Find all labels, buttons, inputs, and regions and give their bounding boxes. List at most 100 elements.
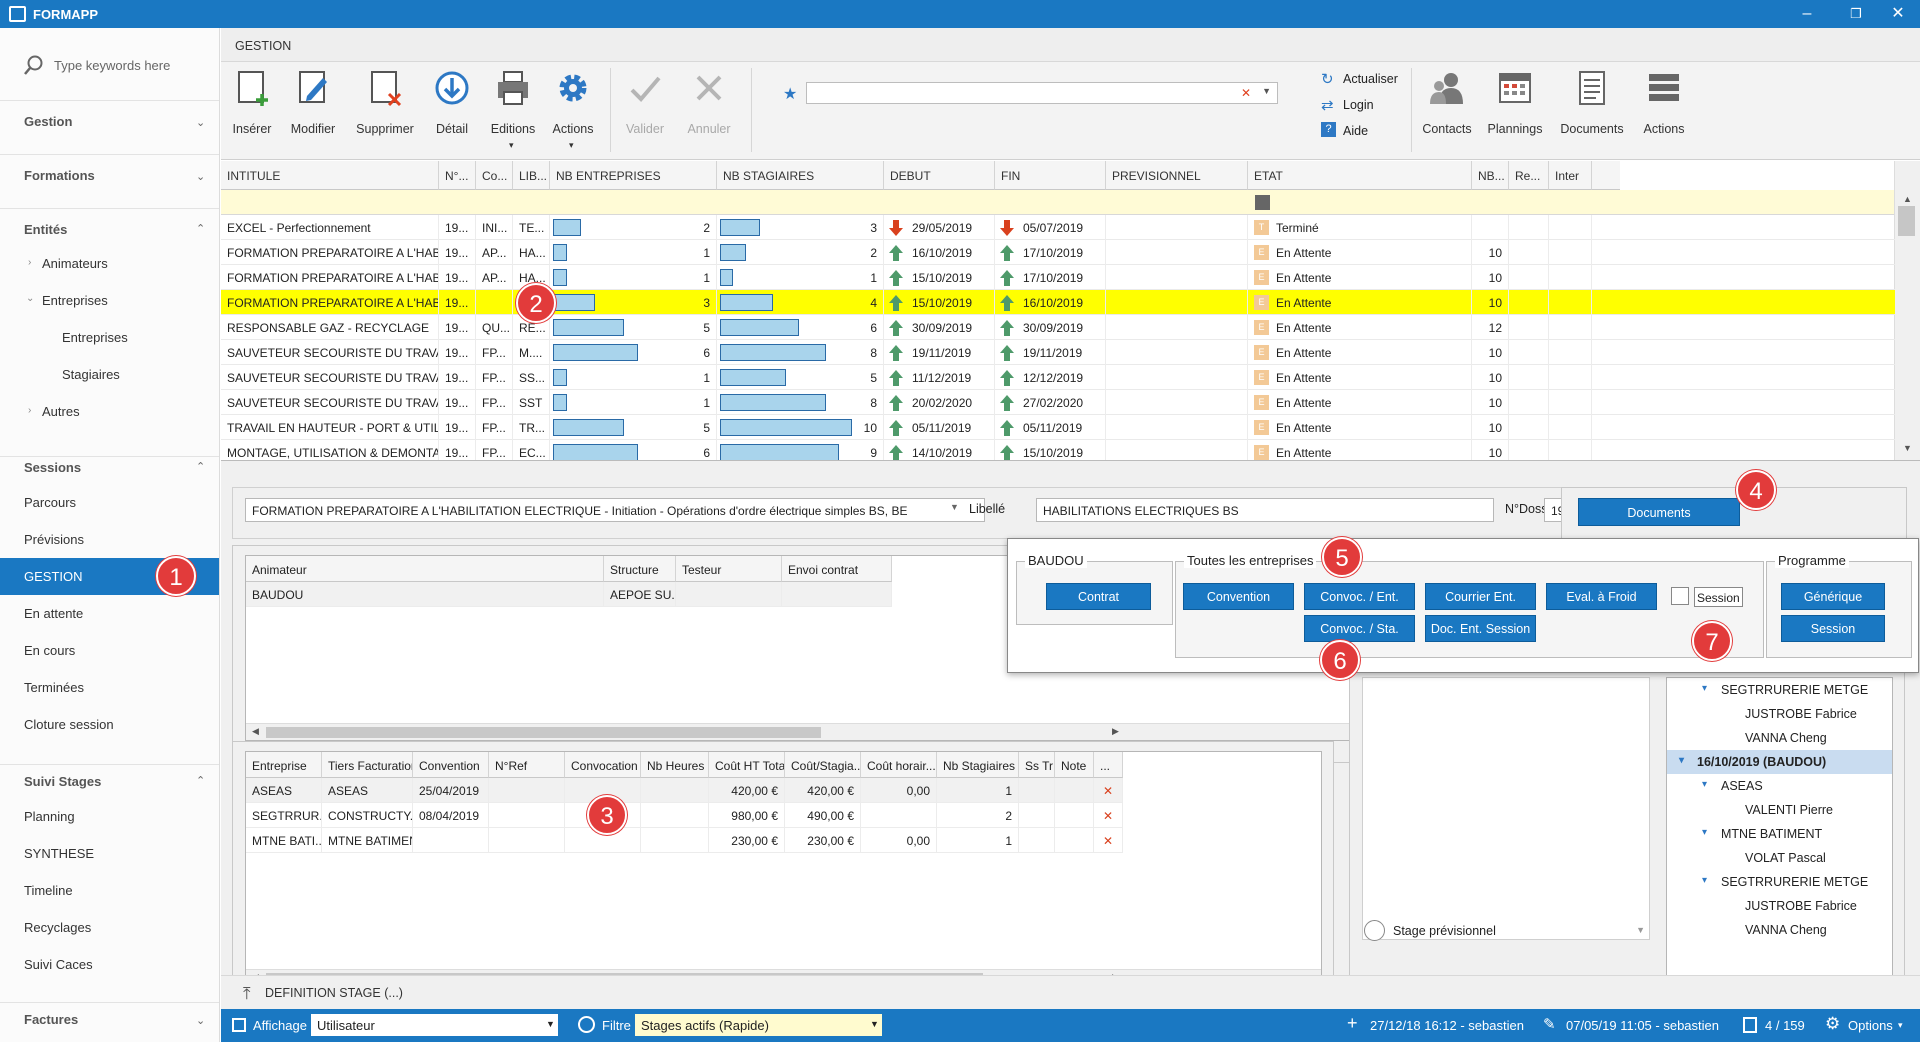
documents-button[interactable]: Documents — [1557, 62, 1627, 158]
chevron-up-icon[interactable]: ⌃ — [196, 460, 205, 473]
animateur-row[interactable]: BAUDOU AEPOE SU... — [246, 582, 892, 607]
search-input[interactable]: Type keywords here — [54, 58, 170, 73]
convoc-sta-button[interactable]: Convoc. / Sta. — [1304, 615, 1415, 642]
tree-node[interactable]: JUSTROBE Fabrice — [1667, 702, 1892, 726]
sidebar-item-entreprises[interactable]: Entreprises — [62, 330, 128, 345]
table-row[interactable]: SAUVETEUR SECOURISTE DU TRAVAIL 19... FP..… — [221, 390, 1895, 415]
grid-header-3[interactable]: LIB... — [513, 161, 550, 190]
entreprise-header-2[interactable]: Convention — [413, 752, 489, 778]
grid-header-2[interactable]: Co... — [476, 161, 513, 190]
stage-previsionnel-radio[interactable] — [1364, 920, 1385, 941]
login-link[interactable]: Login — [1343, 98, 1374, 112]
entreprise-header-10[interactable]: Ss Tr — [1019, 752, 1055, 778]
options-menu[interactable]: Options — [1848, 1018, 1893, 1033]
tree-node[interactable]: JUSTROBE Fabrice — [1667, 894, 1892, 918]
sidebar-item-terminees[interactable]: Terminées — [24, 680, 84, 695]
dropdown-arrow-icon[interactable]: ▼ — [546, 1019, 555, 1029]
entreprise-header-0[interactable]: Entreprise — [246, 752, 322, 778]
entreprise-row[interactable]: MTNE BATI...MTNE BATIMENT 230,00 €230,00 … — [246, 828, 1123, 853]
table-row[interactable]: FORMATION PREPARATOIRE A L'HABILITA...19… — [221, 290, 1895, 315]
tree-node[interactable]: ▾ SEGTRRURERIE METGE — [1667, 870, 1892, 894]
tree-expand-icon[interactable]: ▾ — [1702, 875, 1707, 886]
animateur-header-2[interactable]: Testeur — [676, 556, 782, 582]
chevron-down-icon[interactable]: ⌄ — [196, 1014, 205, 1027]
entreprise-header-8[interactable]: Coût horair... — [861, 752, 937, 778]
animateur-header-0[interactable]: Animateur — [246, 556, 604, 582]
entreprise-header-9[interactable]: Nb Stagiaires — [937, 752, 1019, 778]
chevron-down-icon[interactable]: ⌄ — [196, 116, 205, 129]
sidebar-item-stagiaires[interactable]: Stagiaires — [62, 367, 120, 382]
detail-button[interactable]: Détail — [427, 62, 477, 158]
clear-icon[interactable]: ✕ — [1241, 86, 1251, 100]
close-icon[interactable]: ✕ — [1888, 4, 1908, 24]
entreprise-header-7[interactable]: Coût/Stagia... — [785, 752, 861, 778]
sidebar-section-formations[interactable]: Formations — [24, 168, 95, 183]
eval-froid-button[interactable]: Eval. à Froid — [1546, 583, 1657, 610]
delete-row-icon[interactable]: ✕ — [1094, 778, 1123, 803]
tree-node[interactable]: VANNA Cheng — [1667, 918, 1892, 942]
documents-popup-button[interactable]: Documents — [1578, 498, 1740, 526]
courrier-ent-button[interactable]: Courrier Ent. — [1425, 583, 1536, 610]
session-programme-button[interactable]: Session — [1781, 615, 1885, 642]
minimize-icon[interactable]: – — [1797, 4, 1817, 24]
grid-header-12[interactable]: Inter — [1549, 161, 1592, 190]
sidebar-item-recyclages[interactable]: Recyclages — [24, 920, 91, 935]
collapse-up-icon[interactable]: ⤒ — [243, 984, 251, 1004]
validate-button[interactable]: Valider — [617, 62, 673, 158]
scroll-down-icon[interactable]: ▼ — [1636, 925, 1645, 935]
grid-header-10[interactable]: NB... — [1472, 161, 1509, 190]
filter-etat-icon[interactable] — [1255, 195, 1270, 210]
sidebar-item-en-attente[interactable]: En attente — [24, 606, 83, 621]
table-row[interactable]: SAUVETEUR SECOURISTE DU TRAVAIL -...19..… — [221, 340, 1895, 365]
actions-right-button[interactable]: Actions — [1633, 62, 1695, 158]
table-row[interactable]: SAUVETEUR SECOURISTE DU TRAVAIL 19... FP..… — [221, 365, 1895, 390]
dropdown-arrow-icon[interactable]: ▼ — [1262, 86, 1271, 96]
scroll-thumb[interactable] — [1898, 206, 1915, 236]
cancel-button[interactable]: Annuler — [681, 62, 737, 158]
gear-icon[interactable]: ⚙ — [1825, 1014, 1840, 1034]
entreprise-row[interactable]: ASEAS ASEAS 25/04/2019 420,00 €420,00 €0,00… — [246, 778, 1123, 803]
definition-stage-label[interactable]: DEFINITION STAGE (...) — [265, 986, 403, 1000]
affichage-select[interactable]: Utilisateur — [311, 1014, 558, 1036]
entreprise-header-12[interactable]: ... — [1094, 752, 1123, 778]
delete-row-icon[interactable]: ✕ — [1094, 828, 1123, 853]
libelle-field[interactable]: HABILITATIONS ELECTRIQUES BS — [1036, 498, 1494, 522]
sidebar-section-entites[interactable]: Entités — [24, 222, 67, 237]
chevron-right-icon[interactable]: › — [28, 257, 31, 268]
editions-button[interactable]: Editions ▾ — [485, 62, 541, 158]
grid-header-6[interactable]: DEBUT — [884, 161, 995, 190]
sidebar-section-gestion[interactable]: Gestion — [24, 114, 72, 129]
table-row[interactable]: EXCEL - Perfectionnement 19... INI... TE...… — [221, 215, 1895, 240]
dropdown-arrow-icon[interactable]: ▾ — [1898, 1020, 1903, 1031]
modify-button[interactable]: Modifier — [285, 62, 341, 158]
entreprise-header-11[interactable]: Note — [1055, 752, 1094, 778]
session-checkbox[interactable] — [1671, 587, 1689, 605]
sidebar-item-parcours[interactable]: Parcours — [24, 495, 76, 510]
scroll-thumb[interactable] — [266, 727, 821, 738]
scroll-up-icon[interactable]: ▲ — [1903, 194, 1912, 204]
delete-button[interactable]: Supprimer — [351, 62, 419, 158]
chevron-up-icon[interactable]: ⌃ — [196, 222, 205, 235]
sidebar-item-entreprises-group[interactable]: Entreprises — [42, 293, 108, 308]
animateurs-hscroll[interactable]: ◀ ▶ — [246, 723, 1541, 740]
sidebar-item-timeline[interactable]: Timeline — [24, 883, 73, 898]
chevron-down-icon[interactable]: ⌄ — [26, 293, 34, 304]
sidebar-section-factures[interactable]: Factures — [24, 1012, 78, 1027]
tree-expand-icon[interactable]: ▾ — [1702, 827, 1707, 838]
sidebar-item-previsions[interactable]: Prévisions — [24, 532, 84, 547]
tree-node[interactable]: ▾ SEGTRRURERIE METGE — [1667, 678, 1892, 702]
favorites-search-input[interactable]: ✕ ▼ — [806, 82, 1278, 104]
table-row[interactable]: MONTAGE, UTILISATION & DEMONTAGE...19...… — [221, 440, 1895, 460]
sidebar-item-en-cours[interactable]: En cours — [24, 643, 75, 658]
grid-header-4[interactable]: NB ENTREPRISES — [550, 161, 717, 190]
sidebar-section-sessions[interactable]: Sessions — [24, 460, 81, 475]
tree-expand-icon[interactable]: ▾ — [1702, 779, 1707, 790]
ribbon-tab-gestion[interactable]: GESTION — [235, 39, 291, 53]
filter-row[interactable] — [221, 190, 1895, 215]
scroll-down-icon[interactable]: ▼ — [1903, 443, 1912, 453]
convention-button[interactable]: Convention — [1183, 583, 1294, 610]
entreprise-row[interactable]: SEGTRRUR... CONSTRUCTY... 08/04/2019 980,00… — [246, 803, 1123, 828]
table-row[interactable]: FORMATION PREPARATOIRE A L'HABILITA...19… — [221, 240, 1895, 265]
sidebar-item-gestion[interactable]: GESTION — [24, 569, 83, 584]
grid-header-11[interactable]: Re... — [1509, 161, 1549, 190]
